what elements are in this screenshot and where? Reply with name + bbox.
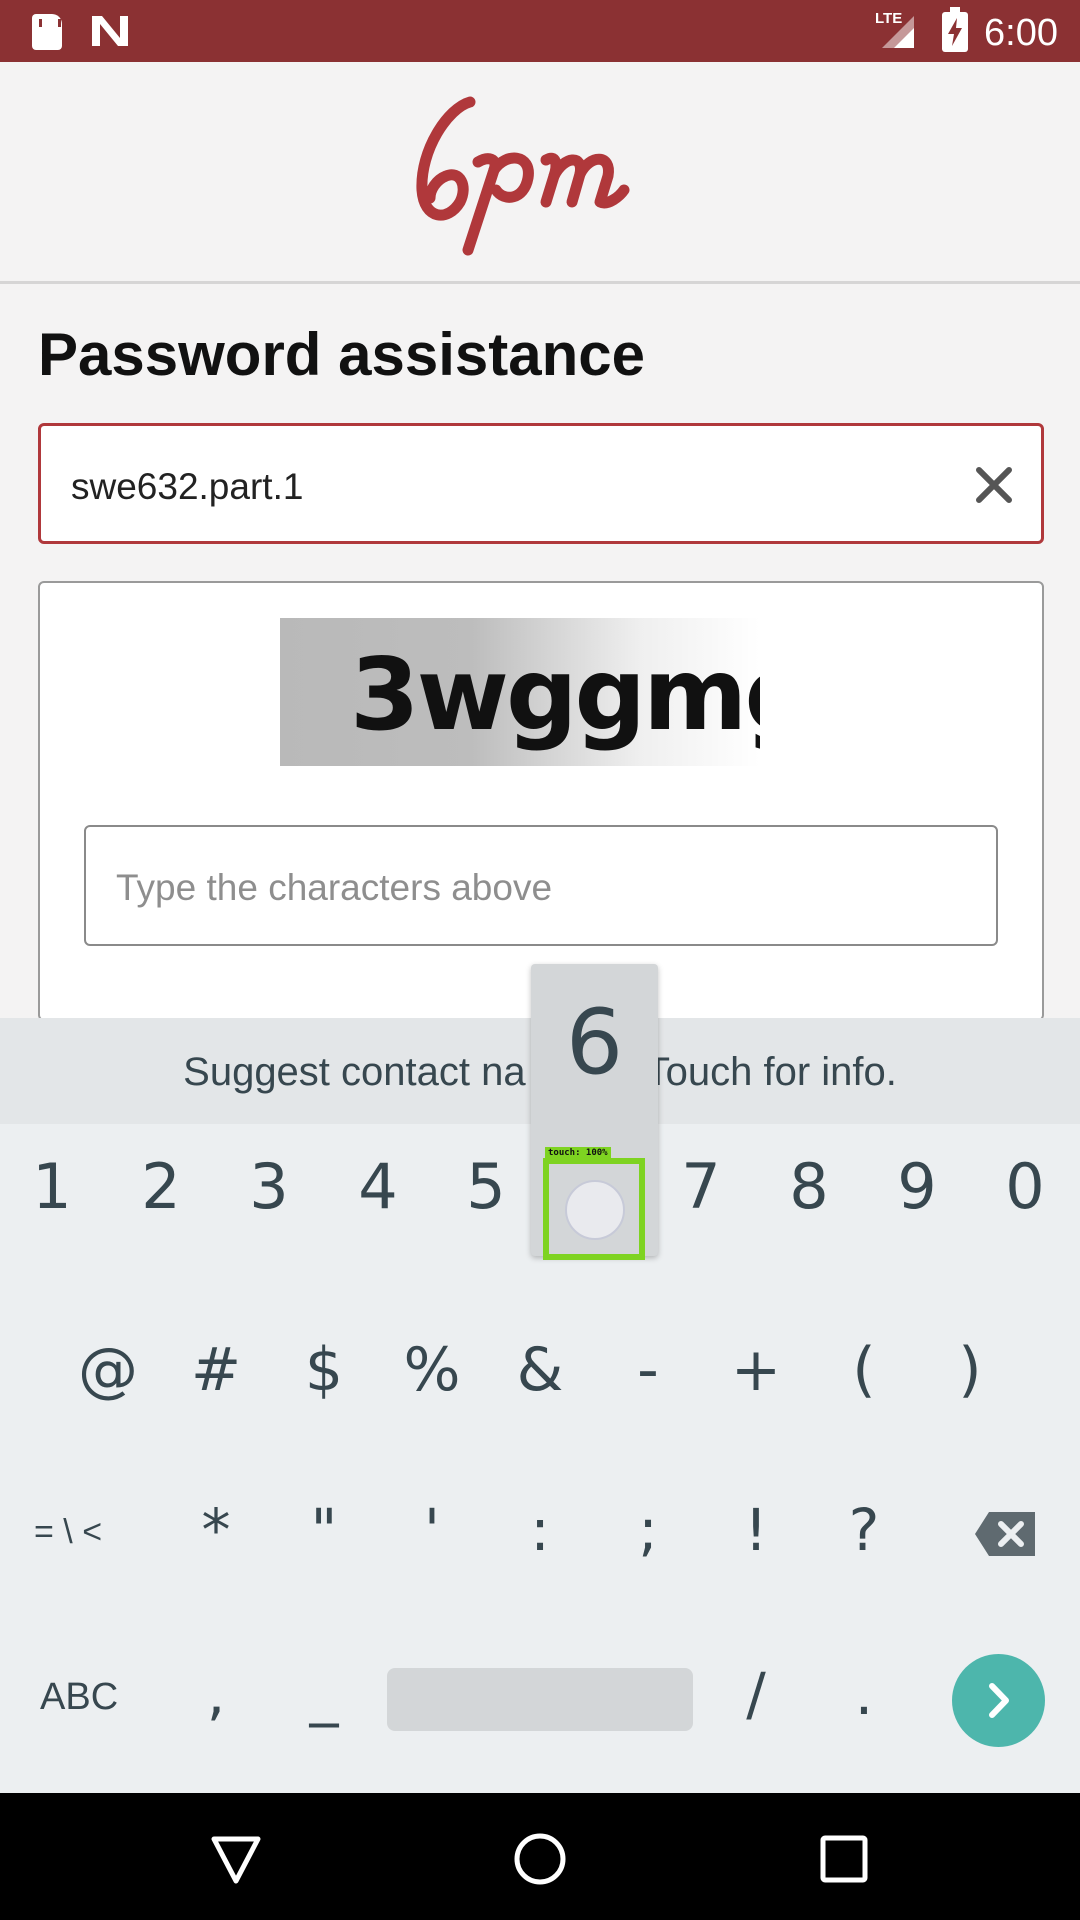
backspace-icon[interactable] bbox=[973, 1510, 1037, 1558]
key-hash[interactable]: # bbox=[176, 1335, 256, 1405]
username-field[interactable]: swe632.part.1 bbox=[38, 423, 1044, 544]
key-period[interactable]: . bbox=[824, 1660, 904, 1728]
key-plus[interactable]: + bbox=[716, 1335, 796, 1405]
home-icon[interactable] bbox=[510, 1829, 570, 1889]
key-close-paren[interactable]: ) bbox=[930, 1335, 1010, 1405]
username-value[interactable]: swe632.part.1 bbox=[71, 466, 303, 508]
key-underscore[interactable]: _ bbox=[284, 1660, 364, 1728]
key-5[interactable]: 5 bbox=[446, 1150, 526, 1223]
key-question[interactable]: ? bbox=[824, 1496, 904, 1564]
navigation-bar bbox=[0, 1793, 1080, 1920]
key-3[interactable]: 3 bbox=[229, 1150, 309, 1223]
key-semicolon[interactable]: ; bbox=[608, 1496, 688, 1564]
key-exclamation[interactable]: ! bbox=[716, 1496, 796, 1564]
back-icon[interactable] bbox=[206, 1829, 266, 1889]
key-comma[interactable]: , bbox=[176, 1660, 256, 1728]
key-percent[interactable]: % bbox=[392, 1335, 472, 1405]
captcha-input[interactable]: Type the characters above bbox=[84, 825, 998, 946]
key-0[interactable]: 0 bbox=[985, 1150, 1065, 1223]
sd-card-icon bbox=[32, 14, 62, 50]
key-7[interactable]: 7 bbox=[661, 1150, 741, 1223]
clear-icon[interactable] bbox=[975, 466, 1013, 504]
captcha-image-text: 3wggmg bbox=[350, 636, 760, 753]
key-single-quote[interactable]: ' bbox=[392, 1496, 472, 1564]
site-header bbox=[0, 62, 1080, 284]
key-slash[interactable]: / bbox=[716, 1660, 796, 1728]
signal-icon bbox=[882, 16, 914, 48]
key-at[interactable]: @ bbox=[68, 1335, 148, 1405]
key-colon[interactable]: : bbox=[500, 1496, 580, 1564]
key-dollar[interactable]: $ bbox=[284, 1335, 364, 1405]
key-open-paren[interactable]: ( bbox=[824, 1335, 904, 1405]
n-notification-icon bbox=[92, 16, 128, 46]
captcha-input-placeholder: Type the characters above bbox=[116, 867, 553, 908]
key-4[interactable]: 4 bbox=[338, 1150, 418, 1223]
key-asterisk[interactable]: * bbox=[176, 1496, 256, 1564]
key-1[interactable]: 1 bbox=[12, 1150, 92, 1223]
key-8[interactable]: 8 bbox=[769, 1150, 849, 1223]
clock: 6:00 bbox=[984, 12, 1058, 54]
page-title: Password assistance bbox=[38, 321, 646, 388]
recents-icon[interactable] bbox=[814, 1829, 874, 1889]
battery-charging-icon bbox=[942, 7, 968, 52]
captcha-image: 3wggmg bbox=[280, 618, 760, 766]
touch-point bbox=[565, 1180, 625, 1240]
enter-key[interactable] bbox=[952, 1654, 1045, 1747]
key-2[interactable]: 2 bbox=[121, 1150, 201, 1223]
space-key[interactable] bbox=[387, 1668, 693, 1731]
key-preview-char: 6 bbox=[565, 990, 624, 1095]
key-double-quote[interactable]: " bbox=[284, 1496, 364, 1564]
chevron-right-icon bbox=[989, 1683, 1009, 1718]
captcha-panel: 3wggmg Type the characters above bbox=[38, 581, 1044, 1021]
6pm-logo[interactable] bbox=[408, 90, 678, 260]
key-minus[interactable]: - bbox=[608, 1335, 688, 1405]
status-bar: LTE 6:00 bbox=[0, 0, 1080, 62]
key-9[interactable]: 9 bbox=[877, 1150, 957, 1223]
key-ampersand[interactable]: & bbox=[500, 1335, 580, 1405]
more-symbols-key[interactable]: = \ < bbox=[34, 1513, 102, 1552]
abc-key[interactable]: ABC bbox=[40, 1676, 118, 1719]
